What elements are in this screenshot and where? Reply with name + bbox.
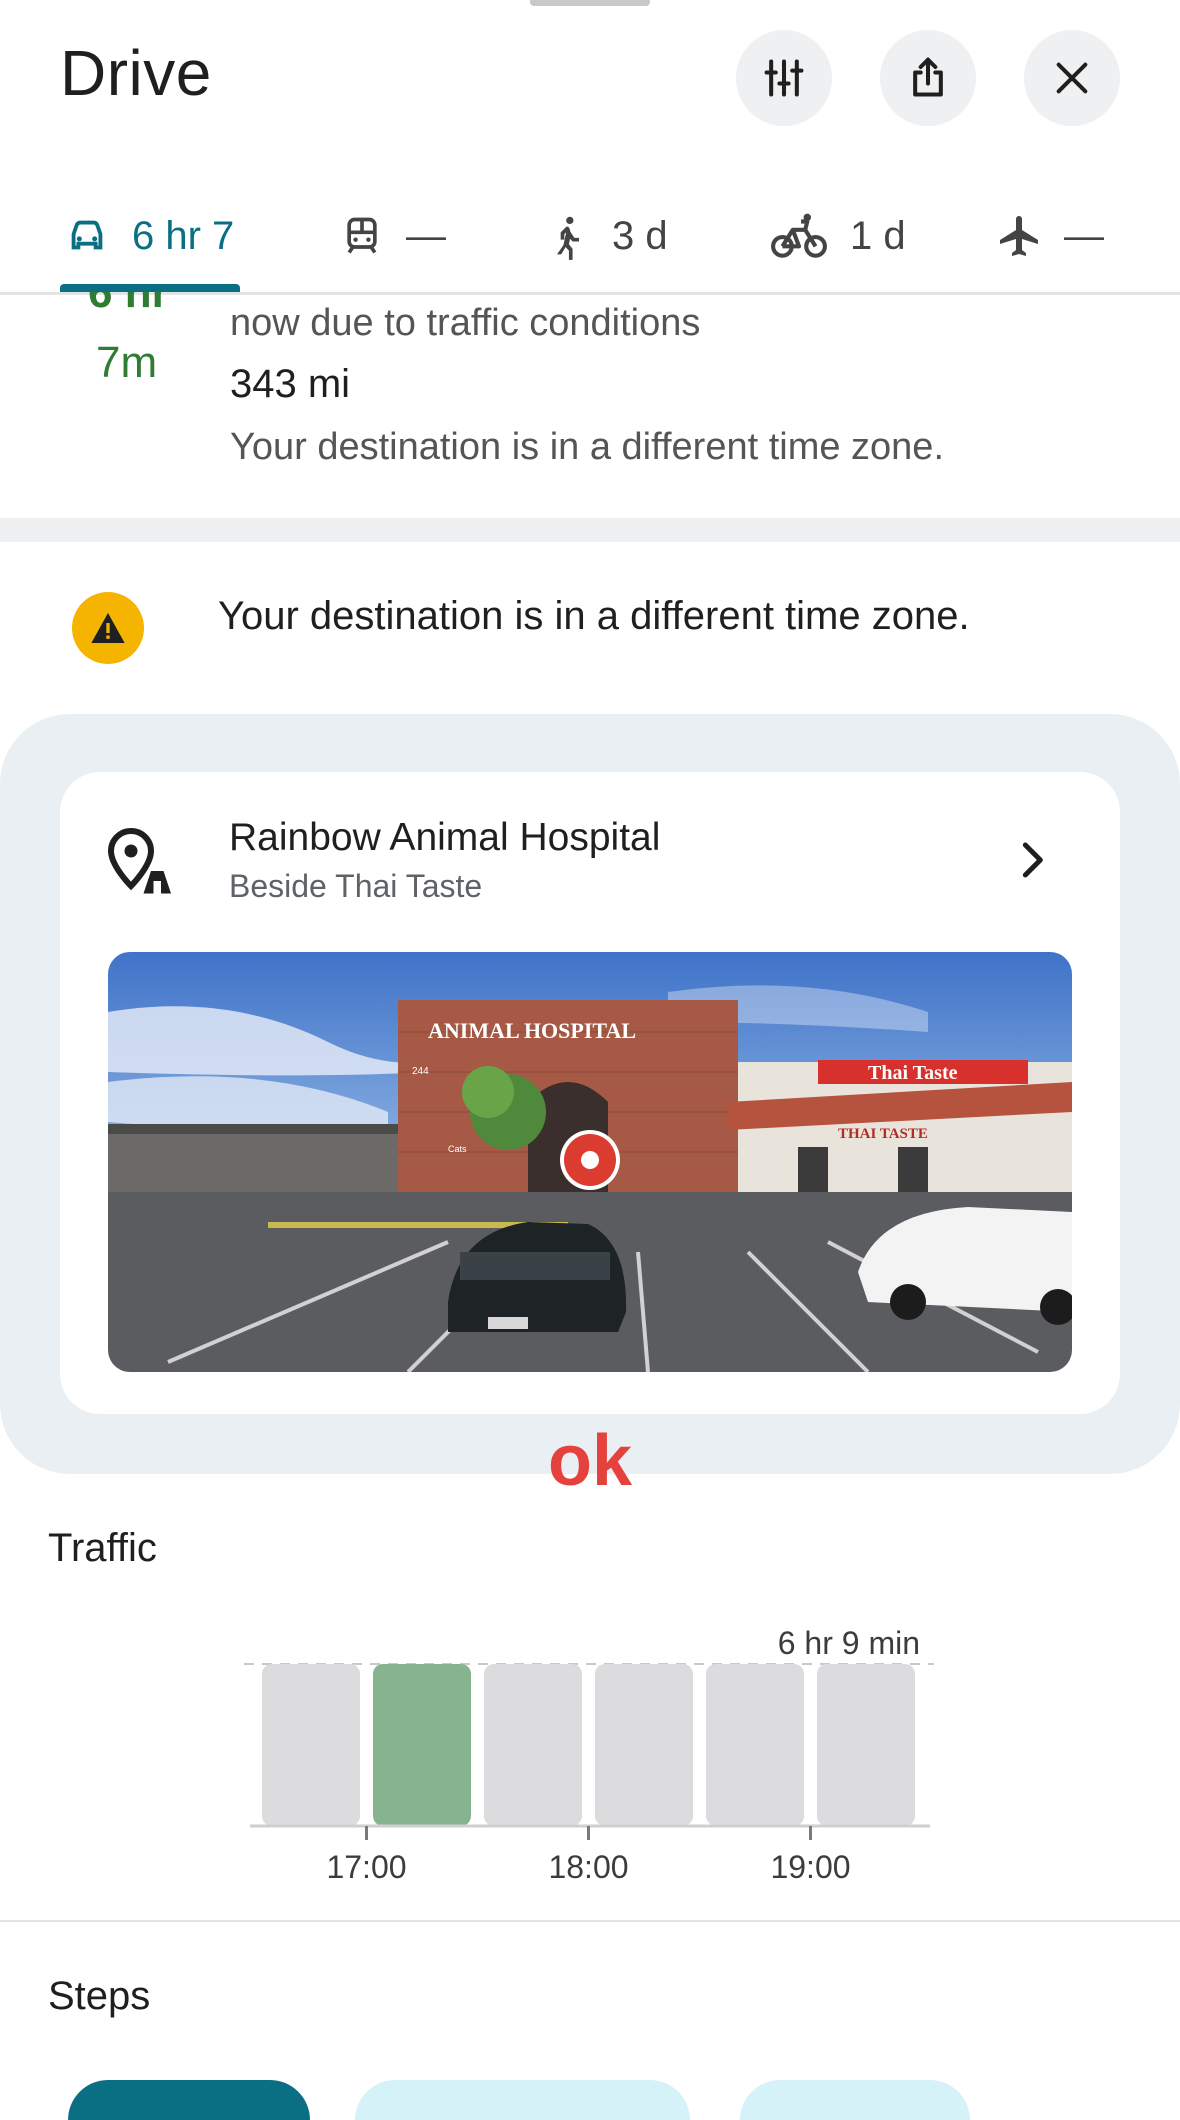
chevron-right-icon[interactable] [1012,840,1052,880]
eta-hours-clipped: 6 hr [88,292,188,316]
tab-transit[interactable]: — [340,180,446,292]
close-icon [1056,62,1088,94]
step-chip-secondary[interactable] [355,2080,690,2120]
tab-bike-label: 1 d [850,213,906,258]
warning-icon [72,592,144,664]
walk-icon [557,216,579,260]
building-sign: ANIMAL HOSPITAL [428,1018,636,1043]
transit-icon [347,217,377,254]
tab-walk-label: 3 d [612,213,668,258]
traffic-chart: 6 hr 9 min 17:00 18:00 19:00 [0,1610,1180,1900]
eta-minutes: 7m [96,338,158,387]
traffic-bar [706,1664,804,1826]
traffic-title: Traffic [48,1526,157,1570]
traffic-bar [262,1664,360,1826]
flight-icon [1000,216,1038,256]
section-separator [0,518,1180,542]
tab-drive-label: 6 hr 7 [132,213,235,258]
timezone-warning: Your destination is in a different time … [218,594,970,638]
traffic-bar [373,1664,471,1826]
traffic-bar [595,1664,693,1826]
traffic-bar [484,1664,582,1826]
tab-flight[interactable]: — [994,180,1104,292]
close-button[interactable] [1024,30,1120,126]
section-divider [0,1920,1180,1922]
options-icon [764,59,804,97]
tab-transit-label: — [406,213,446,258]
steps-title: Steps [48,1974,151,2018]
street-view-photo[interactable]: ANIMAL HOSPITAL 244 Cats Thai Taste THAI… [108,952,1072,1372]
traffic-note: now due to traffic conditions [230,302,701,344]
page-title: Drive [60,37,212,109]
step-chip-primary[interactable] [68,2080,310,2120]
traffic-bar [817,1664,915,1826]
timezone-note: Your destination is in a different time … [230,426,945,468]
shop-front-sign: THAI TASTE [838,1126,928,1142]
route-distance: 343 mi [230,362,351,406]
shop-sign: Thai Taste [868,1062,958,1084]
annotation-ok: ok [547,1421,633,1501]
bike-icon [771,213,827,258]
reference-line-label: 6 hr 9 min [778,1625,920,1661]
place-pin-icon [107,827,171,894]
x-tick-label: 18:00 [548,1849,628,1885]
route-options-button[interactable] [736,30,832,126]
x-tick-label: 17:00 [326,1849,406,1885]
x-tick-label: 19:00 [770,1849,850,1885]
traffic-chart-svg: 6 hr 9 min 17:00 18:00 19:00 [244,1625,934,1885]
building-address: 244 [412,1066,429,1077]
share-icon [913,57,943,97]
tab-bike[interactable]: 1 d [770,180,906,292]
place-subtitle: Beside Thai Taste [229,868,483,904]
step-chip-tertiary[interactable] [740,2080,970,2120]
building-side-label: Cats [448,1144,467,1154]
tab-drive[interactable]: 6 hr 7 [64,180,234,292]
place-name: Rainbow Animal Hospital [229,816,661,859]
car-icon [71,220,103,250]
travel-mode-tabs: 6 hr 7 — 3 d 1 d — [0,180,1180,295]
sheet-drag-handle[interactable] [530,0,650,6]
tab-flight-label: — [1064,213,1104,258]
share-button[interactable] [880,30,976,126]
active-tab-indicator [60,284,240,292]
tab-walk[interactable]: 3 d [546,180,668,292]
